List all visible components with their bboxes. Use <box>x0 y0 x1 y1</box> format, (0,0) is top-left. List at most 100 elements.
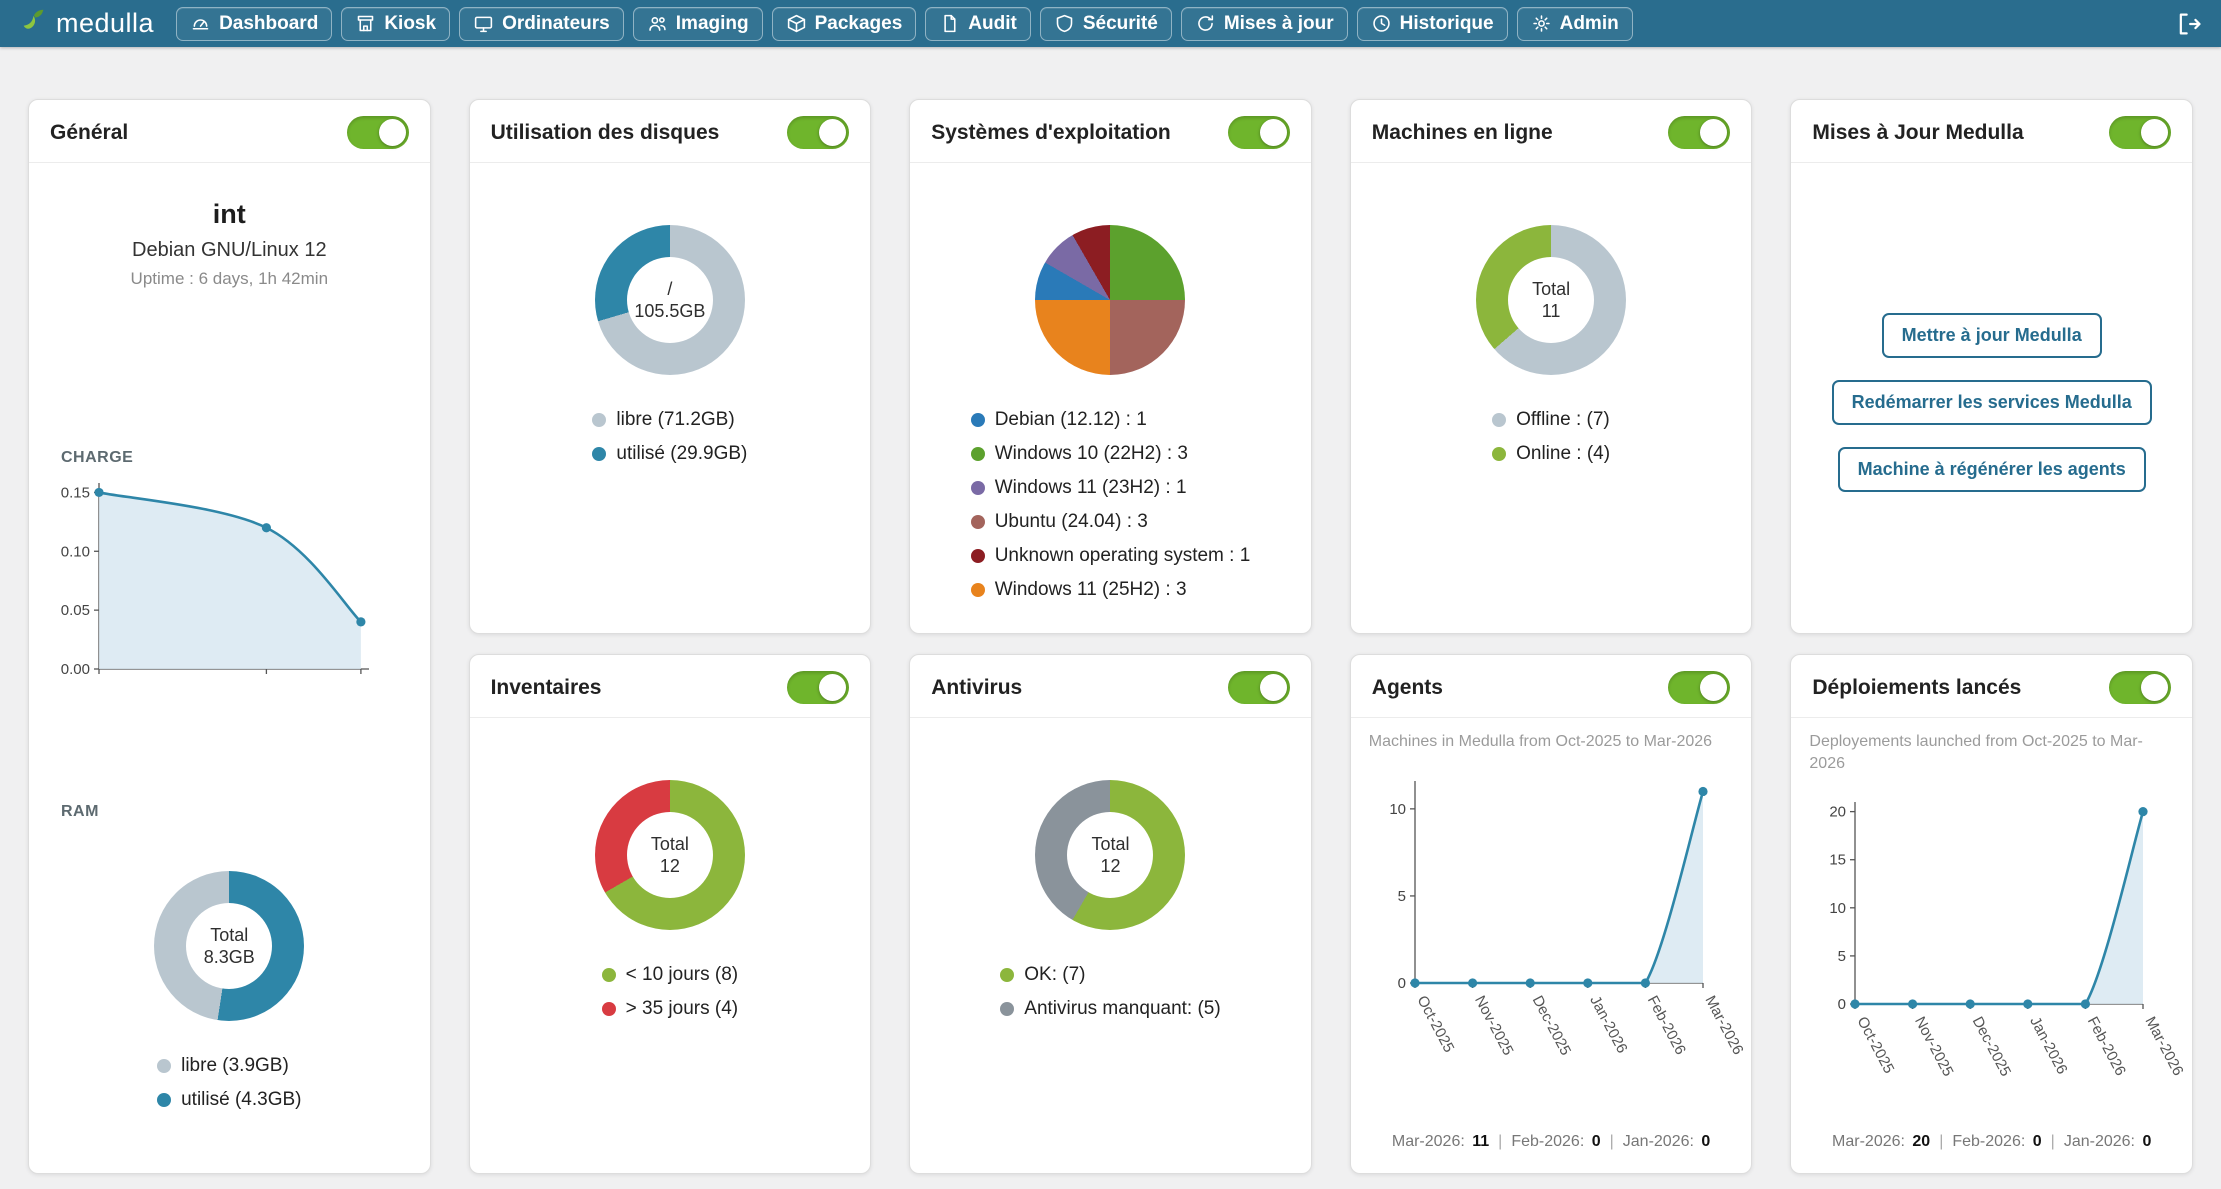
card-toggle[interactable] <box>1668 671 1730 704</box>
packages-icon <box>786 13 807 34</box>
svg-text:Mar-2026: Mar-2026 <box>1701 992 1746 1057</box>
legend-item[interactable]: libre (3.9GB) <box>157 1055 289 1077</box>
admin-icon <box>1531 13 1552 34</box>
card-toggle[interactable] <box>1228 116 1290 149</box>
legend-dot-icon <box>1492 413 1506 427</box>
dashboard-grid: Général int Debian GNU/Linux 12 Uptime :… <box>0 47 2221 1189</box>
legend-label: Ubuntu (24.04) : 3 <box>995 511 1148 533</box>
card-title: Antivirus <box>931 676 1022 700</box>
svg-text:Nov-2025: Nov-2025 <box>1911 1014 1957 1079</box>
nav-item-historique[interactable]: Historique <box>1357 7 1508 41</box>
card-title: Déploiements lancés <box>1812 676 2021 700</box>
nav-item-kiosk[interactable]: Kiosk <box>341 7 450 41</box>
nav-item-imaging[interactable]: Imaging <box>633 7 763 41</box>
legend-item[interactable]: < 10 jours (8) <box>602 964 738 986</box>
legend-item[interactable]: Windows 11 (23H2) : 1 <box>971 477 1187 499</box>
legend-item[interactable]: Debian (12.12) : 1 <box>971 409 1147 431</box>
toggle-knob <box>1700 119 1727 146</box>
legend-item[interactable]: Antivirus manquant: (5) <box>1000 998 1220 1020</box>
legend-item[interactable]: Ubuntu (24.04) : 3 <box>971 511 1148 533</box>
ram-donut-chart: Total8.3GB <box>154 871 304 1021</box>
svg-text:Jan-2026: Jan-2026 <box>1586 992 1630 1055</box>
stat-separator: | <box>1939 1133 1943 1150</box>
legend-dot-icon <box>157 1093 171 1107</box>
card-toggle[interactable] <box>347 116 409 149</box>
legend-item[interactable]: Unknown operating system : 1 <box>971 545 1251 567</box>
legend-dot-icon <box>971 549 985 563</box>
agents-stats: Mar-2026: 11|Feb-2026: 0|Jan-2026: 0 <box>1392 1133 1710 1155</box>
nav-item-dashboard[interactable]: Dashboard <box>176 7 332 41</box>
legend-dot-icon <box>592 413 606 427</box>
medulla-logo-icon <box>18 6 48 41</box>
stat-separator: | <box>1498 1133 1502 1150</box>
legend-item[interactable]: Windows 11 (25H2) : 3 <box>971 579 1187 601</box>
toggle-knob <box>2141 674 2168 701</box>
card-disk-usage: Utilisation des disques /105.5GB libre (… <box>469 99 872 634</box>
deployments-stats: Mar-2026: 20|Feb-2026: 0|Jan-2026: 0 <box>1832 1133 2151 1155</box>
card-title: Agents <box>1372 676 1443 700</box>
ram-legend: libre (3.9GB) utilisé (4.3GB) <box>157 1055 301 1111</box>
nav-item-ordinateurs[interactable]: Ordinateurs <box>459 7 624 41</box>
stat-separator: | <box>2051 1133 2055 1150</box>
legend-item[interactable]: Online : (4) <box>1492 443 1610 465</box>
nav-item-securite[interactable]: Sécurité <box>1040 7 1172 41</box>
card-toggle[interactable] <box>2109 671 2171 704</box>
card-toggle[interactable] <box>787 116 849 149</box>
legend-item[interactable]: Windows 10 (22H2) : 3 <box>971 443 1188 465</box>
brand: medulla <box>18 6 154 41</box>
legend-item[interactable]: utilisé (4.3GB) <box>157 1089 301 1111</box>
stat-item: Jan-2026: 0 <box>1623 1133 1711 1150</box>
card-antivirus: Antivirus Total12 OK: (7)Antivirus manqu… <box>909 654 1312 1174</box>
card-toggle[interactable] <box>1668 116 1730 149</box>
svg-text:0.05: 0.05 <box>61 602 90 619</box>
legend-item[interactable]: utilisé (29.9GB) <box>592 443 747 465</box>
legend-dot-icon <box>592 447 606 461</box>
logout-icon[interactable] <box>2175 10 2203 38</box>
toggle-knob <box>1260 674 1287 701</box>
legend-label: Antivirus manquant: (5) <box>1024 998 1220 1020</box>
legend-item[interactable]: Offline : (7) <box>1492 409 1610 431</box>
card-title: Général <box>50 121 128 145</box>
nav-item-audit[interactable]: Audit <box>925 7 1031 41</box>
toggle-knob <box>819 674 846 701</box>
agents-chart-subtitle: Machines in Medulla from Oct-2025 to Mar… <box>1369 731 1734 753</box>
svg-text:10: 10 <box>1830 900 1847 917</box>
svg-text:15: 15 <box>1830 852 1847 869</box>
card-toggle[interactable] <box>787 671 849 704</box>
svg-text:0: 0 <box>1838 996 1846 1013</box>
nav-item-label: Mises à jour <box>1224 13 1334 35</box>
legend-item[interactable]: libre (71.2GB) <box>592 409 734 431</box>
svg-text:Mar-2026: Mar-2026 <box>2142 1014 2187 1079</box>
svg-text:Dec-2025: Dec-2025 <box>1528 992 1574 1057</box>
card-title: Systèmes d'exploitation <box>931 121 1171 145</box>
card-toggle[interactable] <box>1228 671 1290 704</box>
toggle-knob <box>1260 119 1287 146</box>
legend-item[interactable]: OK: (7) <box>1000 964 1085 986</box>
antivirus-legend: OK: (7) Antivirus manquant: (5) <box>1000 964 1220 1020</box>
stat-item: Mar-2026: 20 <box>1832 1133 1930 1150</box>
card-general: Général int Debian GNU/Linux 12 Uptime :… <box>28 99 431 1174</box>
machines-online-legend: Offline : (7) Online : (4) <box>1492 409 1610 465</box>
donut-center-text: Total12 <box>627 812 713 898</box>
card-toggle[interactable] <box>2109 116 2171 149</box>
stat-item: Feb-2026: 0 <box>1511 1133 1600 1150</box>
nav-item-packages[interactable]: Packages <box>772 7 917 41</box>
nav-item-mises-a-jour[interactable]: Mises à jour <box>1181 7 1348 41</box>
nav-item-admin[interactable]: Admin <box>1517 7 1633 41</box>
legend-label: > 35 jours (4) <box>626 998 738 1020</box>
legend-dot-icon <box>971 583 985 597</box>
card-title: Mises à Jour Medulla <box>1812 121 2023 145</box>
svg-text:Dec-2025: Dec-2025 <box>1969 1014 2015 1079</box>
hostname: int <box>213 199 246 230</box>
disk-usage-legend: libre (71.2GB) utilisé (29.9GB) <box>592 409 747 465</box>
legend-dot-icon <box>602 1002 616 1016</box>
regenerate-agents-button[interactable]: Machine à régénérer les agents <box>1838 447 2146 492</box>
legend-dot-icon <box>971 481 985 495</box>
brand-name: medulla <box>56 8 154 39</box>
restart-services-button[interactable]: Redémarrer les services Medulla <box>1832 380 2152 425</box>
update-medulla-button[interactable]: Mettre à jour Medulla <box>1882 313 2102 358</box>
svg-text:0.00: 0.00 <box>61 661 90 678</box>
toggle-knob <box>1700 674 1727 701</box>
legend-item[interactable]: > 35 jours (4) <box>602 998 738 1020</box>
legend-dot-icon <box>1000 1002 1014 1016</box>
